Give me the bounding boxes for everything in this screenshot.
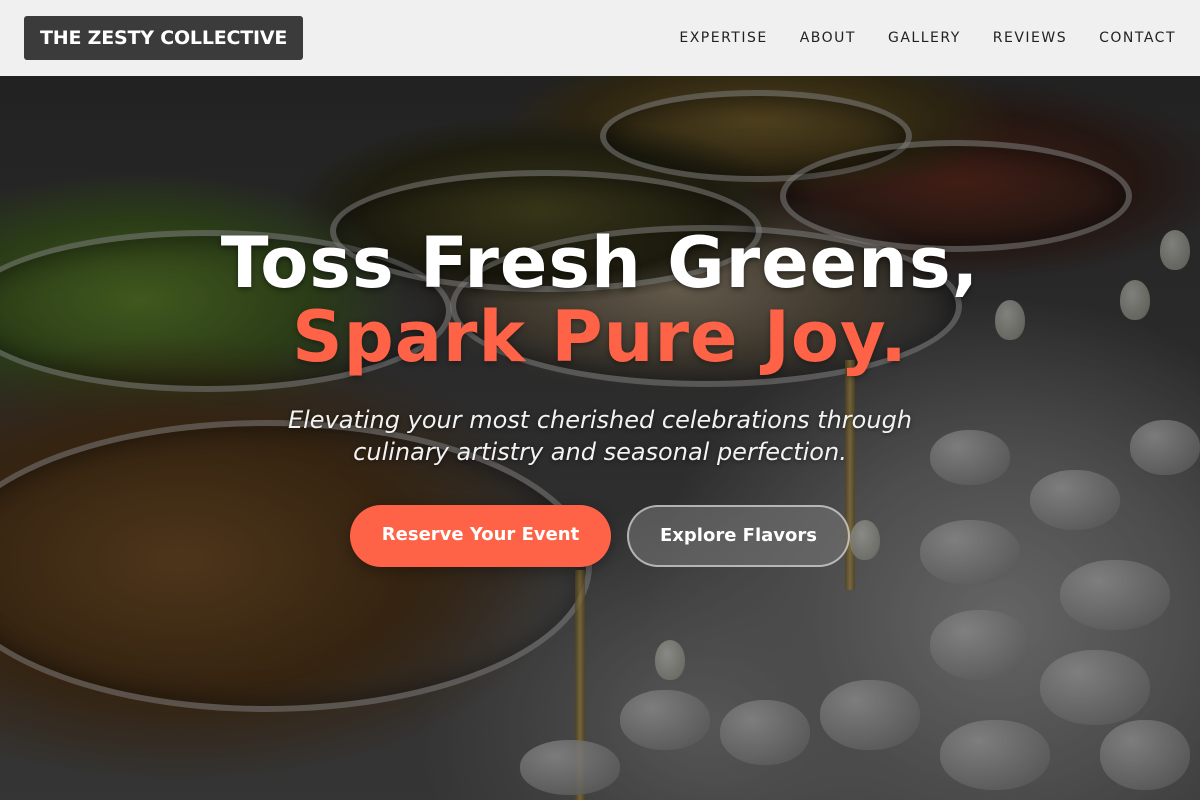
reserve-event-button[interactable]: Reserve Your Event <box>350 505 611 567</box>
hero-subtitle: Elevating your most cherished celebratio… <box>287 406 913 466</box>
explore-flavors-button[interactable]: Explore Flavors <box>627 505 850 567</box>
hero-headline-line2: Spark Pure Joy. <box>292 296 908 378</box>
nav-link-gallery[interactable]: GALLERY <box>888 30 961 46</box>
site-logo[interactable]: THE ZESTY COLLECTIVE <box>24 16 304 60</box>
nav-link-reviews[interactable]: REVIEWS <box>993 30 1067 46</box>
landing-page: THE ZESTY COLLECTIVE EXPERTISE ABOUT GAL… <box>0 0 1200 800</box>
hero-headline: Toss Fresh Greens, Spark Pure Joy. <box>0 226 1200 374</box>
nav-link-expertise[interactable]: EXPERTISE <box>679 30 767 46</box>
site-header: THE ZESTY COLLECTIVE EXPERTISE ABOUT GAL… <box>0 0 1200 76</box>
nav-link-contact[interactable]: CONTACT <box>1099 30 1176 46</box>
hero-section: Toss Fresh Greens, Spark Pure Joy. Eleva… <box>0 226 1200 468</box>
hero-cta-group: Reserve Your Event Explore Flavors <box>0 505 1200 567</box>
hero-headline-line1: Toss Fresh Greens, <box>220 222 980 304</box>
nav-link-about[interactable]: ABOUT <box>800 30 856 46</box>
main-nav: EXPERTISE ABOUT GALLERY REVIEWS CONTACT <box>679 0 1176 76</box>
